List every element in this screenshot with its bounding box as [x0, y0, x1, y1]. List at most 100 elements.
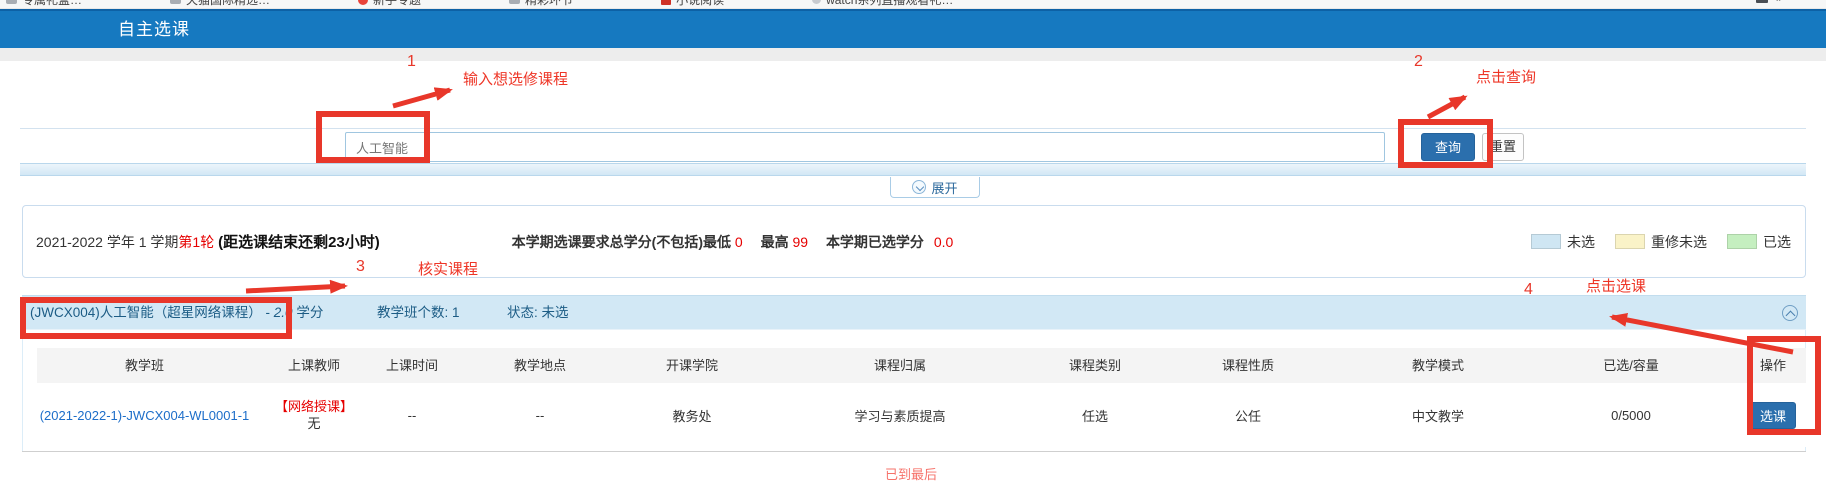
annotation-step-3-number: 3 — [356, 258, 365, 276]
folder-icon — [509, 0, 520, 4]
bookmark-label: 天猫国际精选… — [186, 0, 270, 8]
capacity-cell: 0/5000 — [1522, 408, 1740, 423]
table-bottom-divider — [22, 451, 1806, 452]
bookmarks-overflow-chevron[interactable]: » — [1776, 0, 1782, 5]
col-header: 上课时间 — [376, 348, 448, 383]
folder-icon — [170, 0, 181, 4]
expand-tab-label: 展开 — [931, 178, 957, 197]
course-title: (JWCX004)人工智能（超星网络课程） - 2.0 学分 — [30, 296, 323, 330]
legend-label: 重修未选 — [1651, 232, 1707, 252]
arrow-step-1 — [393, 90, 450, 106]
select-course-button[interactable]: 选课 — [1750, 402, 1796, 429]
teacher-cell: 【网络授课】无 — [252, 398, 376, 432]
bookmark-item[interactable]: 精彩环节 — [509, 0, 573, 8]
bookmark-label: 小说阅读 — [676, 0, 724, 8]
col-header: 课程类别 — [1048, 348, 1142, 383]
expand-filters-tab[interactable]: 展开 — [890, 177, 980, 198]
annotation-step-4-number: 4 — [1524, 281, 1533, 299]
col-header: 开课学院 — [632, 348, 752, 383]
course-credit: 2.0 — [274, 305, 293, 320]
col-header: 上课教师 — [252, 348, 376, 383]
device-icon[interactable] — [1756, 0, 1768, 3]
chevron-down-icon — [912, 180, 926, 194]
annotation-step-1-number: 1 — [407, 53, 416, 71]
annotation-step-4-text: 点击选课 — [1586, 275, 1646, 296]
max-credit-value: 99 — [792, 234, 808, 250]
selected-credit-value: 0.0 — [934, 234, 953, 250]
unselected-swatch — [1531, 234, 1561, 249]
red-dot-icon — [358, 0, 368, 5]
red-badge-icon — [661, 0, 671, 5]
max-credit-label: 最高 — [761, 234, 789, 250]
semester-round: 第1轮 — [178, 234, 214, 250]
teacher-name: 无 — [307, 416, 320, 431]
teaching-class-link[interactable]: (2021-2022-1)-JWCX004-WL0001-1 — [40, 408, 250, 423]
selection-countdown: (距选课结束还剩23小时) — [218, 234, 380, 251]
col-header: 课程性质 — [1142, 348, 1354, 383]
teaching-class-table: 教学班 上课教师 上课时间 教学地点 开课学院 课程归属 课程类别 课程性质 教… — [37, 348, 1806, 447]
course-code-name: (JWCX004)人工智能（超星网络课程） - — [30, 305, 270, 320]
dot-icon — [812, 0, 821, 4]
semester-info-text: 2021-2022 学年 1 学期第1轮 (距选课结束还剩23小时) 本学期选课… — [36, 231, 953, 252]
table-header-row: 教学班 上课教师 上课时间 教学地点 开课学院 课程归属 课程类别 课程性质 教… — [37, 348, 1806, 383]
annotation-step-2-number: 2 — [1414, 53, 1423, 71]
col-header: 教学班 — [37, 348, 252, 383]
class-time-cell: -- — [376, 408, 448, 423]
legend-item-retake: 重修未选 — [1615, 232, 1707, 252]
reset-button[interactable]: 重置 — [1482, 133, 1524, 161]
course-status: 状态: 未选 — [507, 296, 569, 330]
bookmark-item[interactable]: 新手专题 — [358, 0, 421, 8]
col-header: 教学模式 — [1354, 348, 1522, 383]
teaching-mode-cell: 中文教学 — [1354, 406, 1522, 425]
legend-label: 未选 — [1567, 232, 1595, 252]
bookmark-item[interactable]: 专属礼盒… — [6, 0, 82, 8]
page-title: 自主选课 — [118, 11, 190, 48]
browser-bookmarks-bar: 专属礼盒… 天猫国际精选… 新手专题 精彩环节 小说阅读 watch系列直播观看… — [0, 0, 1826, 9]
retake-swatch — [1615, 234, 1645, 249]
course-selection-screen: 专属礼盒… 天猫国际精选… 新手专题 精彩环节 小说阅读 watch系列直播观看… — [0, 0, 1826, 481]
course-band[interactable]: (JWCX004)人工智能（超星网络课程） - 2.0 学分 教学班个数: 1 … — [22, 295, 1806, 330]
col-header: 教学地点 — [448, 348, 632, 383]
category-cell: 任选 — [1048, 406, 1142, 425]
col-header: 操作 — [1740, 348, 1806, 383]
selected-swatch — [1727, 234, 1757, 249]
location-cell: -- — [448, 408, 632, 423]
bookmark-item[interactable]: 小说阅读 — [661, 0, 724, 8]
min-credit-value: 0 — [735, 234, 743, 250]
nature-cell: 公任 — [1142, 406, 1354, 425]
filter-collapse-bar — [20, 163, 1806, 176]
arrow-step-2 — [1428, 97, 1465, 117]
credit-requirement-label: 本学期选课要求总学分(不包括)最低 — [512, 234, 731, 250]
bookmark-item[interactable]: 天猫国际精选… — [170, 0, 270, 8]
class-count: 教学班个数: 1 — [377, 296, 460, 330]
arrow-step-3 — [246, 286, 345, 291]
legend-item-selected: 已选 — [1727, 232, 1791, 252]
course-credit-unit: 学分 — [296, 305, 323, 320]
page-header: 自主选课 — [0, 9, 1826, 48]
bookmark-item[interactable]: watch系列直播观看礼… — [812, 0, 953, 8]
status-legend: 未选 重修未选 已选 — [1531, 206, 1791, 277]
collapse-course-icon[interactable] — [1782, 305, 1798, 321]
legend-label: 已选 — [1763, 232, 1791, 252]
end-of-list-text: 已到最后 — [885, 464, 937, 481]
search-panel-divider — [20, 128, 1806, 129]
annotation-step-3-text: 核实课程 — [418, 258, 478, 279]
table-row: (2021-2022-1)-JWCX004-WL0001-1 【网络授课】无 -… — [37, 383, 1806, 447]
semester-info-bar: 2021-2022 学年 1 学期第1轮 (距选课结束还剩23小时) 本学期选课… — [22, 205, 1806, 278]
legend-item-unselected: 未选 — [1531, 232, 1595, 252]
query-button[interactable]: 查询 — [1421, 133, 1475, 161]
bookmark-label: 精彩环节 — [525, 0, 573, 8]
selected-credit-label: 本学期已选学分 — [826, 234, 924, 250]
col-header: 已选/容量 — [1522, 348, 1740, 383]
affiliation-cell: 学习与素质提高 — [752, 406, 1048, 425]
bookmark-label: watch系列直播观看礼… — [826, 0, 953, 8]
annotation-step-1-text: 输入想选修课程 — [463, 68, 568, 89]
bookmark-label: 专属礼盒… — [22, 0, 82, 8]
annotation-step-2-text: 点击查询 — [1476, 66, 1536, 87]
college-cell: 教务处 — [632, 406, 752, 425]
course-search-input[interactable] — [345, 132, 1385, 162]
col-header: 课程归属 — [752, 348, 1048, 383]
online-teaching-tag: 【网络授课】 — [252, 398, 376, 415]
semester-term: 2021-2022 学年 1 学期 — [36, 234, 178, 250]
bookmark-label: 新手专题 — [373, 0, 421, 8]
